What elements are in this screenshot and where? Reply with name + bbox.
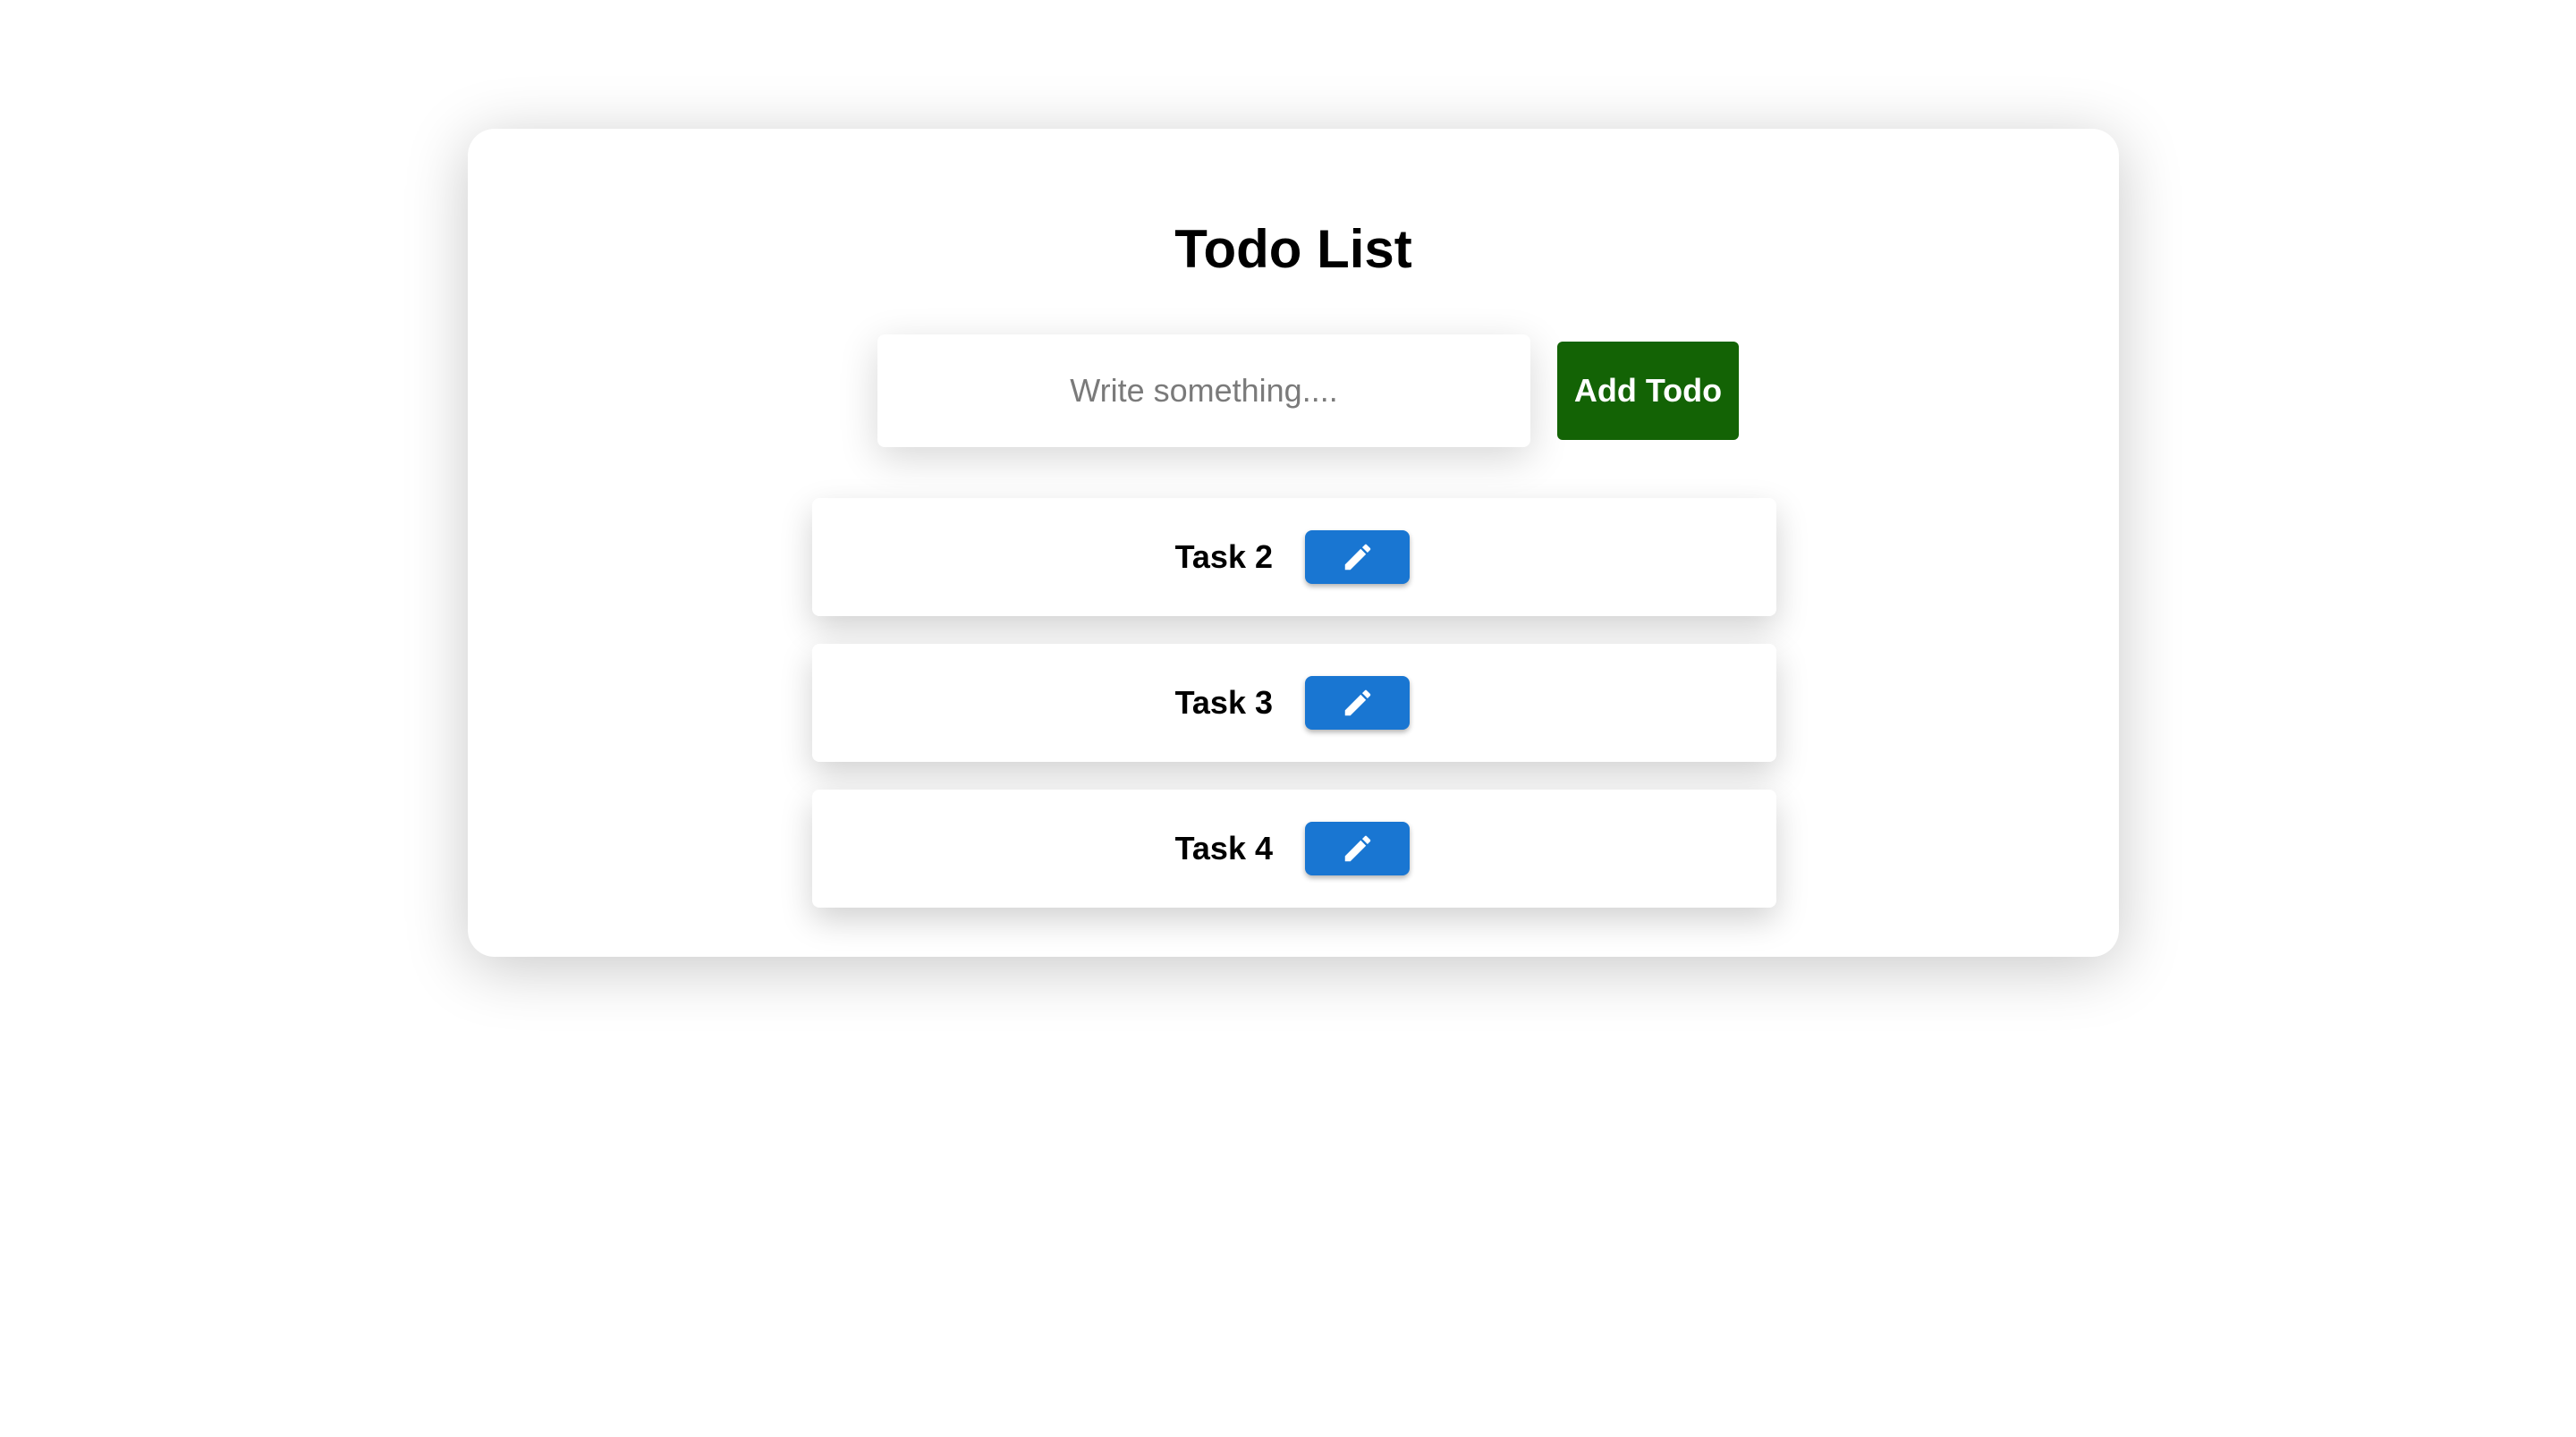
todo-input[interactable]: [877, 334, 1530, 447]
add-todo-button[interactable]: Add Todo: [1557, 342, 1739, 440]
pencil-icon: [1344, 544, 1370, 571]
todo-item-label: Task 3: [1174, 684, 1273, 721]
todo-item-label: Task 4: [1174, 830, 1273, 866]
todo-item: Task 2: [812, 498, 1776, 616]
todo-card: Todo List Add Todo Task 2 Task 3 Task 4: [468, 129, 2119, 957]
todo-item: Task 4: [812, 790, 1776, 908]
todo-item: Task 3: [812, 644, 1776, 762]
edit-button[interactable]: [1305, 822, 1410, 875]
edit-button[interactable]: [1305, 676, 1410, 730]
pencil-icon: [1344, 689, 1370, 716]
edit-button[interactable]: [1305, 530, 1410, 584]
pencil-icon: [1344, 835, 1370, 862]
todo-list: Task 2 Task 3 Task 4: [812, 498, 1776, 935]
page-title: Todo List: [1174, 219, 1412, 279]
todo-item-label: Task 2: [1174, 538, 1273, 575]
